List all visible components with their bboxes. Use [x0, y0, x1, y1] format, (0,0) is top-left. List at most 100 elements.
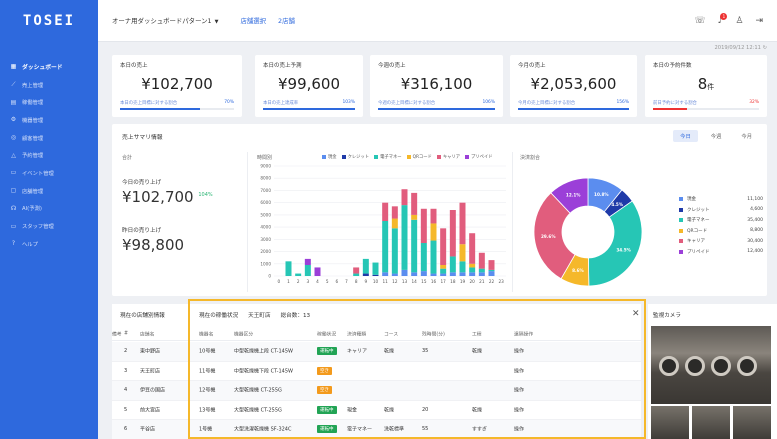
bar-segment[interactable]: [449, 272, 456, 276]
bar-segment[interactable]: [411, 214, 418, 220]
bar-segment[interactable]: [304, 258, 311, 265]
sidebar-item[interactable]: ☊ AI(予測): [0, 200, 98, 218]
table-row[interactable]: 5 前大宮店 13号機 大型乾燥機 CT-255G 運転中 現金 乾燥 20 乾燥 操作: [112, 401, 641, 420]
bar-segment[interactable]: [430, 273, 437, 276]
bar-segment[interactable]: [382, 272, 389, 276]
bar-segment[interactable]: [449, 210, 456, 257]
bar-segment[interactable]: [314, 267, 321, 276]
tab-month[interactable]: 今月: [734, 130, 759, 142]
legend-item[interactable]: 現金: [322, 154, 337, 160]
bar-segment[interactable]: [411, 219, 418, 273]
camera-feed-main[interactable]: [651, 326, 771, 404]
bar-segment[interactable]: [391, 218, 398, 229]
remote-operate-link[interactable]: 操作: [514, 367, 524, 374]
table-row[interactable]: 2 東中野店 10号機 中型乾燥機上段 CT-145W 運転中 キャリア 乾燥 35 乾燥 操作: [112, 342, 641, 362]
legend-item[interactable]: プリペイド: [465, 154, 493, 160]
sidebar-item[interactable]: ⟋ 売上管理: [0, 76, 98, 94]
column-header[interactable]: 店舗名: [140, 330, 154, 337]
bar-segment[interactable]: [382, 202, 389, 221]
store-name[interactable]: 平谷店: [140, 426, 155, 433]
sidebar-item[interactable]: ▭ スタッフ管理: [0, 217, 98, 235]
sidebar-item[interactable]: ▭ イベント管理: [0, 164, 98, 182]
bar-segment[interactable]: [488, 269, 495, 272]
store-name[interactable]: 伊豆の国店: [140, 387, 165, 394]
bar-segment[interactable]: [285, 261, 292, 276]
store-name[interactable]: 前大宮店: [140, 406, 160, 413]
bar-segment[interactable]: [430, 208, 437, 224]
bar-segment[interactable]: [362, 273, 369, 276]
phone-icon[interactable]: ☏: [694, 16, 705, 26]
sidebar-item[interactable]: ⚙ 機器管理: [0, 111, 98, 129]
bar-segment[interactable]: [469, 263, 476, 268]
bar-segment[interactable]: [459, 261, 466, 273]
camera-thumb[interactable]: [651, 406, 689, 439]
bar-segment[interactable]: [478, 268, 485, 273]
bar-segment[interactable]: [478, 272, 485, 276]
sidebar-item[interactable]: ◎ 顧客管理: [0, 129, 98, 147]
store-name[interactable]: 天王町店: [140, 367, 160, 374]
table-row[interactable]: 4 伊豆の国店 12号機 大型乾燥機 CT-255G 空き 操作: [112, 381, 641, 401]
bar-segment[interactable]: [488, 271, 495, 276]
remote-operate-link[interactable]: 操作: [514, 387, 524, 394]
bar-segment[interactable]: [420, 271, 427, 276]
bar-segment[interactable]: [459, 202, 466, 245]
camera-thumb[interactable]: [692, 406, 730, 439]
sidebar-item[interactable]: △ 予約管理: [0, 146, 98, 164]
bar-segment[interactable]: [420, 243, 427, 272]
user-icon[interactable]: ♙: [735, 16, 743, 26]
remote-operate-link[interactable]: 操作: [514, 426, 524, 433]
dashboard-selector[interactable]: オーナ用ダッシュボードパターン1 ▼: [112, 16, 218, 25]
sidebar-item[interactable]: ? ヘルプ: [0, 235, 98, 253]
bar-segment[interactable]: [372, 262, 379, 275]
bar-segment[interactable]: [440, 228, 447, 265]
bar-segment[interactable]: [478, 252, 485, 269]
bar-segment[interactable]: [353, 273, 360, 276]
legend-item[interactable]: クレジット: [341, 154, 369, 160]
bar-segment[interactable]: [391, 228, 398, 274]
bar-segment[interactable]: [401, 205, 408, 270]
bar-segment[interactable]: [411, 272, 418, 276]
column-header[interactable]: 決済種類: [347, 330, 366, 337]
column-header[interactable]: 遠隔操作: [514, 330, 533, 337]
tab-today[interactable]: 今日: [673, 130, 698, 142]
bar-segment[interactable]: [353, 267, 360, 274]
bar-segment[interactable]: [488, 260, 495, 270]
sidebar-item[interactable]: ▢ 店舗管理: [0, 182, 98, 200]
bar-segment[interactable]: [459, 272, 466, 276]
table-row[interactable]: 3 天王町店 11号機 中型乾燥機下段 CT-145W 空き 操作: [112, 362, 641, 381]
remote-operate-link[interactable]: 操作: [514, 406, 524, 413]
bar-segment[interactable]: [440, 268, 447, 274]
column-header[interactable]: 機器名: [199, 330, 213, 337]
donut-slice[interactable]: [587, 200, 643, 287]
bar-segment[interactable]: [469, 272, 476, 276]
bar-segment[interactable]: [420, 208, 427, 243]
bar-segment[interactable]: [401, 189, 408, 206]
legend-item[interactable]: 電子マネー: [374, 154, 402, 160]
legend-item[interactable]: QRコード: [406, 154, 432, 160]
sidebar-item[interactable]: ▦ ダッシュボード: [0, 58, 98, 76]
legend-item[interactable]: キャリア: [436, 154, 460, 160]
bar-segment[interactable]: [401, 269, 408, 276]
bar-segment[interactable]: [449, 256, 456, 273]
logout-icon[interactable]: ⇥: [755, 16, 763, 26]
bar-segment[interactable]: [411, 192, 418, 215]
store-name[interactable]: 東中野店: [140, 348, 160, 355]
store-count-link[interactable]: 2店舗: [278, 16, 295, 25]
column-header[interactable]: 備考: [112, 330, 122, 337]
column-header[interactable]: 稼働状況: [317, 330, 336, 337]
sidebar-item[interactable]: ▤ 稼働管理: [0, 93, 98, 111]
bar-segment[interactable]: [430, 223, 437, 241]
column-header[interactable]: 工程: [472, 330, 482, 337]
bar-segment[interactable]: [372, 274, 379, 276]
column-header[interactable]: #: [124, 331, 128, 336]
bar-segment[interactable]: [295, 273, 302, 276]
bar-segment[interactable]: [440, 265, 447, 269]
tab-week[interactable]: 今週: [704, 130, 729, 142]
column-header[interactable]: 機器区分: [234, 330, 253, 337]
bar-segment[interactable]: [440, 273, 447, 276]
remote-operate-link[interactable]: 操作: [514, 348, 524, 355]
bar-segment[interactable]: [304, 265, 311, 276]
bar-segment[interactable]: [391, 273, 398, 276]
column-header[interactable]: 残時間(分): [422, 330, 445, 337]
bar-segment[interactable]: [469, 233, 476, 264]
